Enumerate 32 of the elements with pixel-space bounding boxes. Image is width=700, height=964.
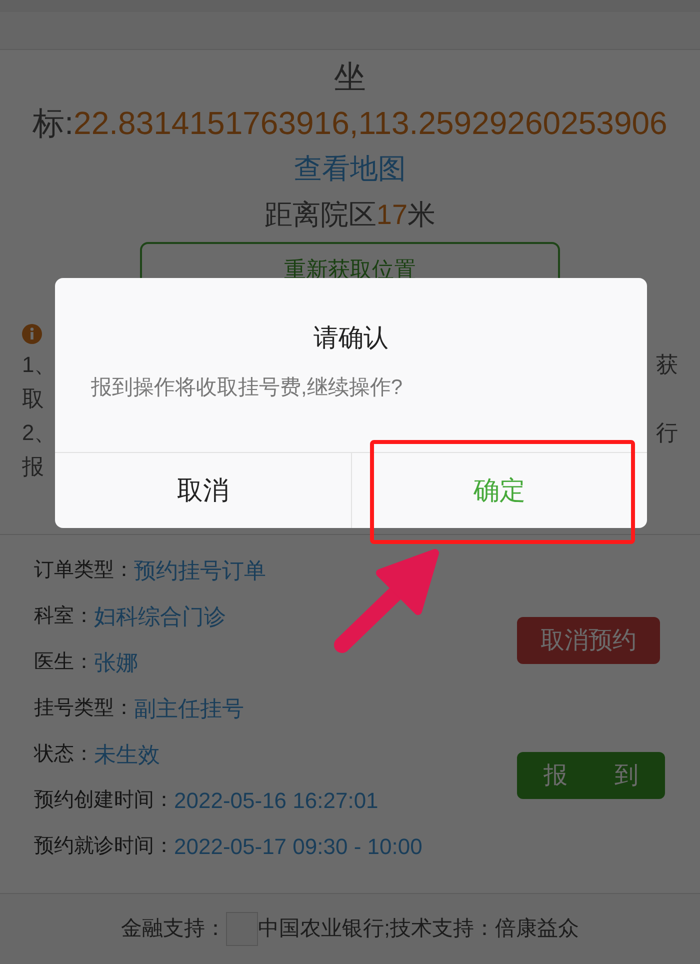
field-label: 状态： <box>34 742 94 767</box>
dialog-title: 请确认 <box>312 323 390 354</box>
notice-text: 报 <box>22 453 44 481</box>
field-label: 订单类型： <box>34 558 134 583</box>
field-value: 未生效 <box>94 740 160 768</box>
notice-text: 1、 <box>22 351 56 379</box>
field-label: 挂号类型： <box>34 696 134 721</box>
field-value: 2022-05-17 09:30 - 10:00 <box>174 832 422 860</box>
cancel-booking-button[interactable]: 取消预约 <box>517 617 660 664</box>
field-label: 科室： <box>34 604 94 629</box>
field-value: 2022-05-16 16:27:01 <box>174 786 378 814</box>
distance-text: 距离院区17米 <box>264 198 436 232</box>
notice-text: 获 <box>656 351 678 379</box>
view-map-link[interactable]: 查看地图 <box>294 146 406 192</box>
finance-label: 金融支持： <box>121 916 226 942</box>
info-icon <box>22 324 42 344</box>
notice-text: 行 <box>656 419 678 447</box>
field-label: 医生： <box>34 650 94 675</box>
field-value: 张娜 <box>94 648 138 676</box>
dialog-message: 报到操作将收取挂号费,继续操作? <box>90 374 404 400</box>
confirm-button[interactable]: 确定 <box>350 453 647 528</box>
footer-text: 中国农业银行;技术支持：倍康益众 <box>258 916 579 942</box>
field-value: 副主任挂号 <box>134 694 244 722</box>
field-value: 妇科综合门诊 <box>94 602 226 630</box>
notice-text: 取 <box>22 385 44 413</box>
coordinates-text: 坐标:22.8314151763916,113.25929260253906 <box>32 58 668 143</box>
cancel-button[interactable]: 取消 <box>55 453 350 528</box>
field-label: 预约创建时间： <box>34 788 174 813</box>
check-in-button[interactable]: 报 到 <box>517 752 665 799</box>
field-label: 预约就诊时间： <box>34 834 174 859</box>
notice-text: 2、 <box>22 419 56 447</box>
field-value: 预约挂号订单 <box>134 556 266 584</box>
